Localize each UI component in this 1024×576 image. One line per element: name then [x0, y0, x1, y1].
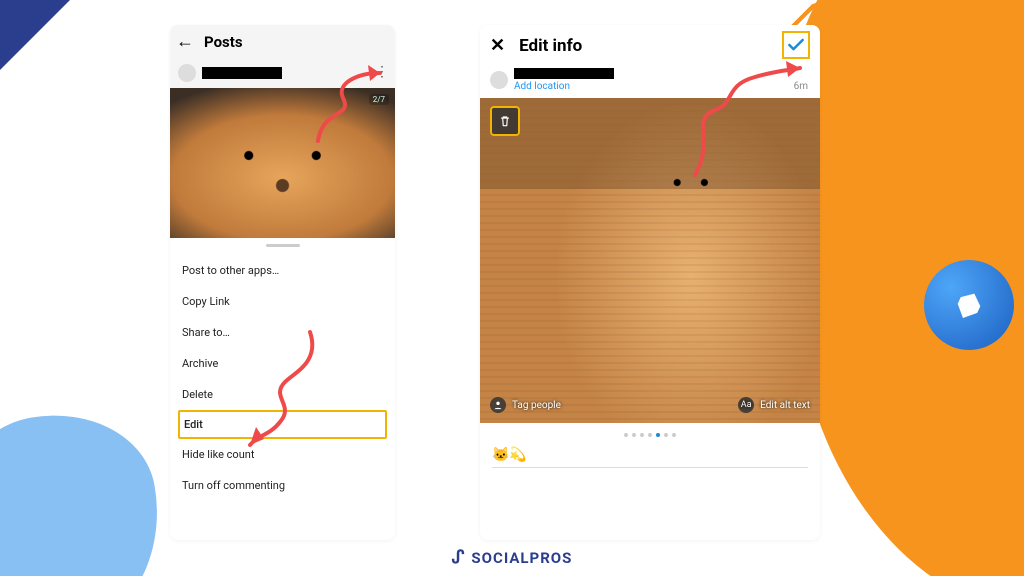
menu-item-copy-link[interactable]: Copy Link	[170, 286, 395, 317]
back-icon[interactable]: ←	[176, 31, 194, 52]
menu-item-delete[interactable]: Delete	[170, 379, 395, 410]
caption-input[interactable]: 🐱💫	[480, 447, 820, 467]
confirm-check-icon[interactable]	[782, 31, 810, 59]
menu-item-turn-off-commenting[interactable]: Turn off commenting	[170, 470, 395, 501]
tag-people-button[interactable]: Tag people	[490, 397, 561, 413]
menu-item-share-to[interactable]: Share to…	[170, 317, 395, 348]
dot[interactable]	[664, 433, 668, 437]
menu-item-post-other-apps[interactable]: Post to other apps…	[170, 255, 395, 286]
add-location-link[interactable]: Add location	[514, 81, 614, 92]
post-author-row: Add location 6m	[480, 66, 820, 98]
menu-item-archive[interactable]: Archive	[170, 348, 395, 379]
menu-item-hide-like-count[interactable]: Hide like count	[170, 439, 395, 470]
decorative-triangle	[0, 0, 70, 70]
edit-header: ✕ Edit info	[480, 25, 820, 66]
decorative-blob-bottom-left	[0, 399, 177, 576]
person-icon	[490, 397, 506, 413]
logo-mark-icon: ᔑ	[452, 547, 466, 568]
edit-alt-label: Edit alt text	[760, 400, 810, 411]
dot[interactable]	[648, 433, 652, 437]
avatar[interactable]	[178, 64, 196, 82]
screenshot-posts-screen: ← Posts ⋮ 2/7 Post to other apps… Copy L…	[170, 25, 395, 540]
post-image[interactable]: Tag people Aa Edit alt text	[480, 98, 820, 423]
decorative-logo-circle	[924, 260, 1014, 350]
post-image[interactable]: 2/7	[170, 88, 395, 238]
page-title: Edit info	[519, 36, 582, 56]
carousel-dots	[480, 423, 820, 447]
menu-item-edit[interactable]: Edit	[178, 410, 387, 439]
author-username-redacted	[202, 67, 282, 79]
socialpros-logo: ᔑ SOCIALPROS	[452, 547, 573, 568]
sheet-drag-handle[interactable]	[266, 244, 300, 247]
caption-divider	[492, 467, 808, 468]
dot[interactable]	[624, 433, 628, 437]
post-author-row: ⋮	[170, 58, 395, 88]
post-options-menu: Post to other apps… Copy Link Share to… …	[170, 253, 395, 503]
posts-header: ← Posts	[170, 25, 395, 58]
avatar[interactable]	[490, 71, 508, 89]
screenshot-edit-info-screen: ✕ Edit info Add location 6m Tag people	[480, 25, 820, 540]
logo-text: SOCIALPROS	[471, 549, 572, 567]
tag-people-label: Tag people	[512, 400, 561, 411]
dot[interactable]	[640, 433, 644, 437]
delete-photo-icon[interactable]	[490, 106, 520, 136]
alt-text-icon: Aa	[738, 397, 754, 413]
dot[interactable]	[632, 433, 636, 437]
close-icon[interactable]: ✕	[490, 35, 505, 56]
more-options-icon[interactable]: ⋮	[375, 64, 389, 80]
author-username-redacted	[514, 68, 614, 79]
post-timestamp: 6m	[794, 81, 808, 92]
edit-alt-text-button[interactable]: Aa Edit alt text	[738, 397, 810, 413]
dot[interactable]	[672, 433, 676, 437]
dot-active[interactable]	[656, 433, 660, 437]
carousel-counter: 2/7	[369, 94, 389, 105]
page-title: Posts	[204, 33, 243, 51]
